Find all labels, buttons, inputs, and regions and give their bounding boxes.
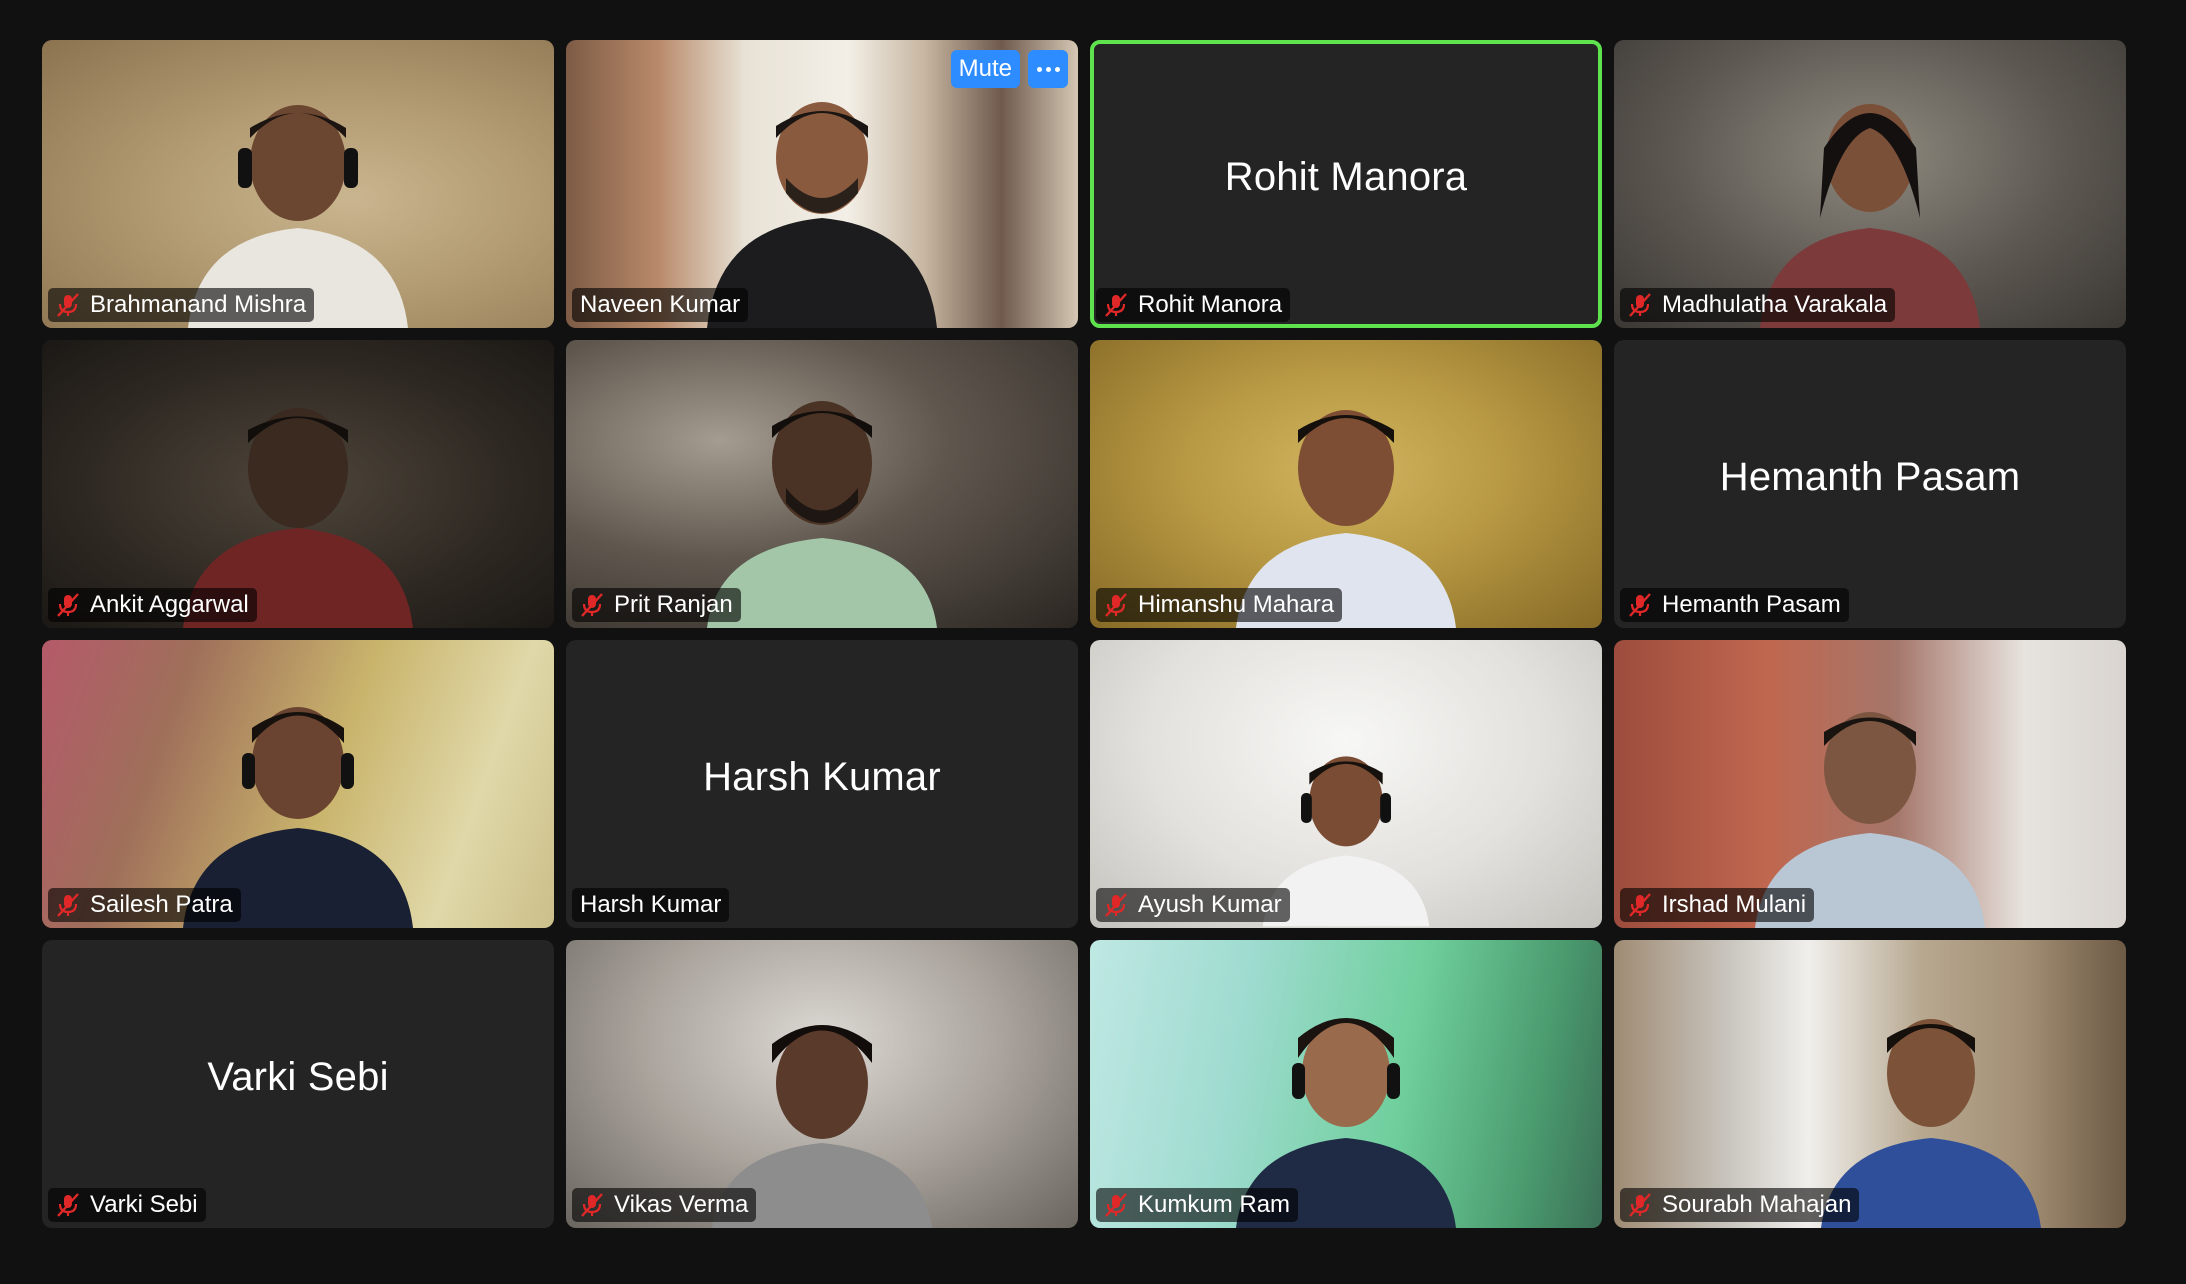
participant-tile-ayush-kumar[interactable]: Ayush Kumar [1090,640,1602,928]
participant-tile-vikas-verma[interactable]: Vikas Verma [566,940,1078,1228]
participant-name: Ankit Aggarwal [90,591,249,618]
participant-name-tag: Harsh Kumar [572,888,730,922]
participant-name-tag: Kumkum Ram [1096,1188,1299,1222]
participant-display-name: Hemanth Pasam [1719,454,2021,499]
mic-muted-icon [57,1193,79,1217]
participant-tile-varki-sebi[interactable]: Varki Sebi Varki Sebi [42,940,554,1228]
participant-name-tag: Ankit Aggarwal [48,588,257,622]
mic-muted-icon [1105,893,1127,917]
mic-muted-icon [581,593,603,617]
mic-muted-icon [1629,593,1651,617]
participant-name: Kumkum Ram [1138,1191,1291,1218]
participant-tile-prit-ranjan[interactable]: Prit Ranjan [566,340,1078,628]
mic-muted-icon [1105,593,1127,617]
participant-name-tag: Naveen Kumar [572,288,749,322]
participant-name: Sailesh Patra [90,891,233,918]
participant-name-tag: Brahmanand Mishra [48,288,315,322]
participant-name-tag: Sailesh Patra [48,888,241,922]
participant-tile-irshad-mulani[interactable]: Irshad Mulani [1614,640,2126,928]
mic-muted-icon [57,893,79,917]
participant-name-tag: Vikas Verma [572,1188,757,1222]
mic-muted-icon [57,593,79,617]
participant-name: Brahmanand Mishra [90,291,307,318]
participant-name-tag: Irshad Mulani [1620,888,1815,922]
participant-name: Sourabh Mahajan [1662,1191,1852,1218]
participant-name: Prit Ranjan [614,591,733,618]
participant-display-name: Varki Sebi [207,1054,389,1099]
tile-hover-controls: Mute [950,50,1068,88]
participant-tile-kumkum-ram[interactable]: Kumkum Ram [1090,940,1602,1228]
participant-name-tag: Prit Ranjan [572,588,741,622]
mic-muted-icon [57,293,79,317]
more-options-button[interactable] [1028,50,1068,88]
participant-name-tag: Himanshu Mahara [1096,588,1343,622]
mic-muted-icon [1105,1193,1127,1217]
participant-name: Rohit Manora [1138,291,1283,318]
mic-muted-icon [1629,293,1651,317]
participant-tile-rohit-manora[interactable]: Rohit Manora Rohit Manora [1090,40,1602,328]
participant-name-tag: Madhulatha Varakala [1620,288,1896,322]
participant-tile-brahmanand-mishra[interactable]: Brahmanand Mishra [42,40,554,328]
participant-name: Naveen Kumar [580,291,741,318]
participant-display-name: Harsh Kumar [703,754,941,799]
participant-name-tag: Rohit Manora [1096,288,1291,322]
participant-name: Ayush Kumar [1138,891,1282,918]
participant-tile-hemanth-pasam[interactable]: Hemanth Pasam Hemanth Pasam [1614,340,2126,628]
participant-name-tag: Sourabh Mahajan [1620,1188,1860,1222]
participant-tile-ankit-aggarwal[interactable]: Ankit Aggarwal [42,340,554,628]
mute-button[interactable]: Mute [950,50,1020,88]
participant-display-name: Rohit Manora [1224,154,1468,199]
participant-name: Irshad Mulani [1662,891,1807,918]
participant-tile-madhulatha-varakala[interactable]: Madhulatha Varakala [1614,40,2126,328]
participant-tile-himanshu-mahara[interactable]: Himanshu Mahara [1090,340,1602,628]
participant-name-tag: Ayush Kumar [1096,888,1290,922]
participant-name: Vikas Verma [614,1191,749,1218]
video-gallery: Brahmanand Mishra Mute Naveen Kumar Rohi… [42,40,2126,1230]
participant-tile-sourabh-mahajan[interactable]: Sourabh Mahajan [1614,940,2126,1228]
participant-name-tag: Hemanth Pasam [1620,588,1849,622]
participant-tile-harsh-kumar[interactable]: Harsh Kumar Harsh Kumar [566,640,1078,928]
participant-tile-naveen-kumar[interactable]: Mute Naveen Kumar [566,40,1078,328]
participant-name-tag: Varki Sebi [48,1188,206,1222]
mic-muted-icon [1629,893,1651,917]
participant-name: Hemanth Pasam [1662,591,1841,618]
mic-muted-icon [1629,1193,1651,1217]
participant-name: Varki Sebi [90,1191,198,1218]
participant-name: Madhulatha Varakala [1662,291,1888,318]
mic-muted-icon [1105,293,1127,317]
participant-name: Himanshu Mahara [1138,591,1335,618]
participant-tile-sailesh-patra[interactable]: Sailesh Patra [42,640,554,928]
ellipsis-icon [1036,66,1042,72]
participant-name: Harsh Kumar [580,891,722,918]
mic-muted-icon [581,1193,603,1217]
